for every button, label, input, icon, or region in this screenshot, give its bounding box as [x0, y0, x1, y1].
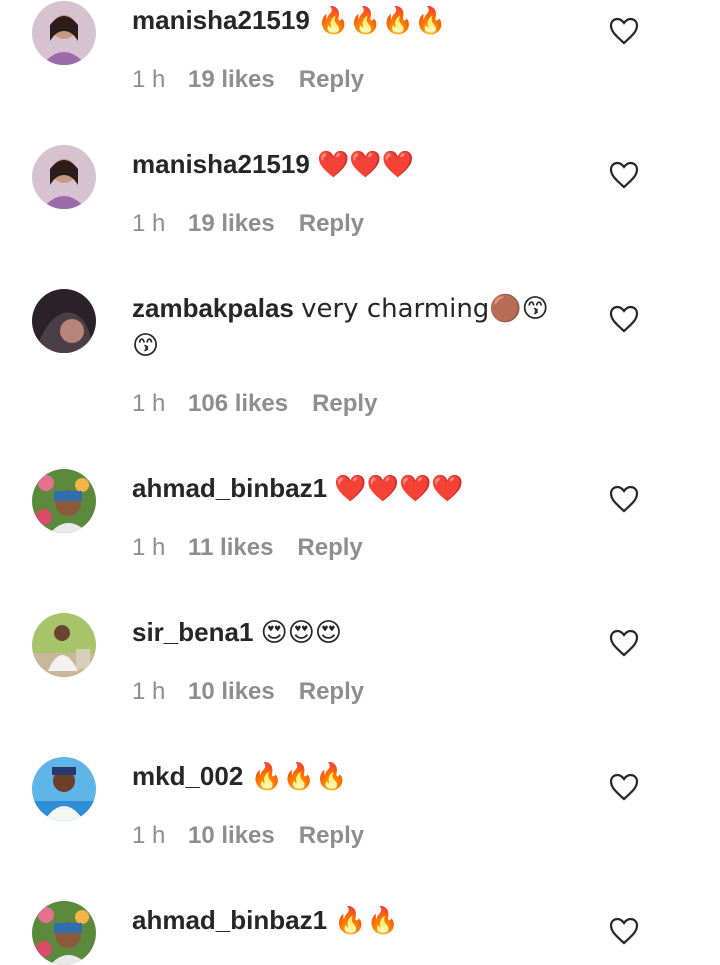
comment-meta: 1 h 10 likes Reply [132, 678, 364, 706]
comment-meta: 1 h 19 likes Reply [132, 66, 364, 94]
comment-text: zambakpalas very charming🟤😙😙 [132, 290, 562, 364]
comment-username[interactable]: manisha21519 [132, 5, 310, 35]
avatar[interactable] [32, 613, 96, 677]
comment-text: manisha21519 🔥🔥🔥🔥 [132, 2, 562, 39]
comment-username[interactable]: zambakpalas [132, 293, 294, 323]
comment-time: 1 h [132, 66, 166, 93]
reply-button[interactable]: Reply [299, 66, 364, 94]
comment-time: 1 h [132, 678, 166, 705]
comment-message: ❤️❤️❤️❤️ [334, 474, 464, 504]
avatar[interactable] [32, 757, 96, 821]
comment-username[interactable]: manisha21519 [132, 149, 310, 179]
avatar[interactable] [32, 145, 96, 209]
avatar[interactable] [32, 1, 96, 65]
heart-outline-icon[interactable] [609, 485, 639, 513]
comment-likes[interactable]: 11 likes [188, 534, 273, 562]
comment-meta: 1 h 19 likes Reply [132, 210, 364, 238]
avatar[interactable] [32, 469, 96, 533]
comment-text: manisha21519 ❤️❤️❤️ [132, 146, 562, 183]
comment-text: sir_bena1 😍😍😍 [132, 614, 562, 651]
avatar[interactable] [32, 289, 96, 353]
comment-likes[interactable]: 10 likes [188, 822, 275, 850]
heart-outline-icon[interactable] [609, 161, 639, 189]
comment-message: 🔥🔥🔥 [250, 762, 348, 792]
reply-button[interactable]: Reply [312, 390, 377, 418]
heart-outline-icon[interactable] [609, 917, 639, 945]
comment-text: ahmad_binbaz1 🔥🔥 [132, 902, 562, 939]
comment-message: ❤️❤️❤️ [317, 150, 415, 180]
heart-outline-icon[interactable] [609, 305, 639, 333]
reply-button[interactable]: Reply [299, 822, 364, 850]
comment-time: 1 h [132, 822, 166, 849]
comment-likes[interactable]: 106 likes [188, 390, 288, 418]
comment-message: 😍😍😍 [260, 618, 342, 648]
comment-username[interactable]: ahmad_binbaz1 [132, 905, 327, 935]
comment-meta: 1 h 106 likes Reply [132, 390, 377, 418]
reply-button[interactable]: Reply [299, 210, 364, 238]
comment-time: 1 h [132, 534, 166, 561]
heart-outline-icon[interactable] [609, 17, 639, 45]
comment-time: 1 h [132, 390, 166, 417]
comment-likes[interactable]: 19 likes [188, 66, 275, 94]
comment-likes[interactable]: 19 likes [188, 210, 275, 238]
heart-outline-icon[interactable] [609, 773, 639, 801]
avatar[interactable] [32, 901, 96, 965]
reply-button[interactable]: Reply [297, 534, 362, 562]
comment-text: ahmad_binbaz1 ❤️❤️❤️❤️ [132, 470, 562, 507]
comment-username[interactable]: sir_bena1 [132, 617, 253, 647]
comment-text: mkd_002 🔥🔥🔥 [132, 758, 562, 795]
heart-outline-icon[interactable] [609, 629, 639, 657]
comment-message: 🔥🔥 [334, 906, 400, 936]
reply-button[interactable]: Reply [299, 678, 364, 706]
comment-message: 🔥🔥🔥🔥 [317, 6, 447, 36]
comment-username[interactable]: ahmad_binbaz1 [132, 473, 327, 503]
comment-username[interactable]: mkd_002 [132, 761, 243, 791]
comment-time: 1 h [132, 210, 166, 237]
comment-likes[interactable]: 10 likes [188, 678, 275, 706]
comment-meta: 1 h 10 likes Reply [132, 822, 364, 850]
comment-meta: 1 h 11 likes Reply [132, 534, 363, 562]
